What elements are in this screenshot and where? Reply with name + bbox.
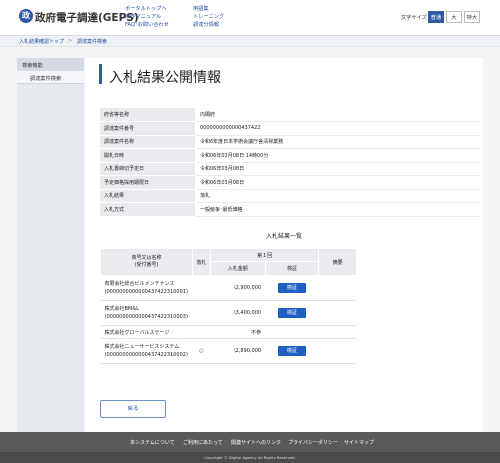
info-row: 入札書締切予定日 令和06年03月08日 xyxy=(100,162,480,176)
bidder-name: 株式会社ニューサービスシステム xyxy=(104,344,180,350)
award-mark xyxy=(192,300,211,326)
remarks xyxy=(318,338,357,364)
content-panel: 入札結果公開情報 府省等名称 内閣府 調達案件番号 0000000000000437… xyxy=(85,58,483,432)
copyright: Copyright © Digital Agency All Rights Re… xyxy=(0,452,500,463)
info-row: 府省等名称 内閣府 xyxy=(100,108,480,122)
verify-button[interactable]: 検証 xyxy=(277,308,306,318)
portal-top-link[interactable]: ポータルトップへ xyxy=(125,5,167,12)
info-value: 令和6年度日本学術会議庁舎清掃業務 xyxy=(195,135,480,149)
col-round: 第１回 xyxy=(209,248,320,262)
bidder-name: 有限会社総合ビルメンテナンス xyxy=(104,281,175,287)
verify-button[interactable]: 検証 xyxy=(277,283,306,293)
info-label: 調達案件名称 xyxy=(100,135,195,149)
info-label: 入札結果 xyxy=(100,189,195,203)
bidder-id: (0000000000000437422310003) xyxy=(104,314,188,320)
geps-logo-icon[interactable]: 政 xyxy=(19,9,33,23)
footer-link-about[interactable]: 本システムについて xyxy=(130,439,175,446)
sidebar-heading: 検索機能 xyxy=(17,58,84,71)
breadcrumb-current: 調達案件検索 xyxy=(77,39,108,45)
award-mark xyxy=(192,325,211,339)
font-size-label: 文字サイズ xyxy=(401,15,427,21)
info-label: 予定価格採用期限日 xyxy=(100,175,195,190)
table-row: 株式会社BM&L (0000000000000437422310003) \3,4… xyxy=(100,300,357,326)
font-size-xlarge-button[interactable]: 特大 xyxy=(464,11,480,23)
bidder-id: (0000000000000437422310002) xyxy=(104,352,188,358)
main-area: 検索機能 調達案件検索 入札結果公開情報 府省等名称 内閣府 調達案件番号 0000… xyxy=(0,47,500,432)
sidebar: 検索機能 調達案件検索 xyxy=(17,58,84,432)
verify-button[interactable]: 検証 xyxy=(277,346,306,356)
remarks xyxy=(318,275,357,301)
info-value: 令和06年03月08日 14時00分 xyxy=(195,148,480,163)
chevron-right-icon: > xyxy=(68,38,73,44)
page-title: 入札結果公開情報 xyxy=(109,70,221,86)
bidder-id: (0000000000000437422310001) xyxy=(104,289,188,295)
info-value: 一般競争･最低価格 xyxy=(195,202,480,217)
col-remarks: 摘要 xyxy=(318,248,357,276)
footer-link-privacy[interactable]: プライバシーポリシー xyxy=(288,439,338,446)
breadcrumb: 入札結果確認トップ > 調達案件検索 xyxy=(0,36,500,47)
table-row: 有限会社総合ビルメンテナンス (0000000000000437422310001… xyxy=(100,275,357,301)
info-value: 令和06年03月08日 xyxy=(195,175,480,190)
results-caption: 入札結果一覧 xyxy=(265,233,302,240)
back-button[interactable]: 戻る xyxy=(100,400,166,418)
info-label: 調達案件番号 xyxy=(100,121,195,136)
title-accent-bar xyxy=(99,64,102,84)
info-row: 調達案件番号 0000000000000437422 xyxy=(100,121,480,136)
info-row: 入札方式 一般競争･最低価格 xyxy=(100,202,480,217)
info-value: 令和06年03月08日 xyxy=(195,162,480,176)
col-bidder: 商号又は名称 (受付番号) xyxy=(100,248,193,276)
award-mark xyxy=(192,275,211,301)
table-row: 株式会社ニューサービスシステム (000000000000043742231000… xyxy=(100,338,357,364)
procurement-info-link[interactable]: 調達分情報 xyxy=(193,21,219,28)
glossary-link[interactable]: 用語集 xyxy=(193,5,209,12)
col-amount: 入札金額 xyxy=(209,261,266,276)
footer-link-sitemap[interactable]: サイトマップ xyxy=(344,439,374,446)
manual-link[interactable]: 操作マニュアル xyxy=(125,13,161,20)
faq-link[interactable]: FAQ･お問い合わせ xyxy=(125,21,169,28)
col-verify: 検証 xyxy=(264,261,320,276)
font-size-large-button[interactable]: 大 xyxy=(446,11,462,23)
info-label: 開札日時 xyxy=(100,148,195,163)
info-value: 落札 xyxy=(195,189,480,203)
info-value: 内閣府 xyxy=(195,108,480,122)
sidebar-item-case-search[interactable]: 調達案件検索 xyxy=(17,71,84,84)
info-row: 予定価格採用期限日 令和06年03月08日 xyxy=(100,175,480,190)
col-award: 落札 xyxy=(191,248,211,276)
training-link[interactable]: トレーニング xyxy=(193,13,224,20)
info-label: 入札書締切予定日 xyxy=(100,162,195,176)
case-info-table: 府省等名称 内閣府 調達案件番号 0000000000000437422 調達案件名… xyxy=(100,108,480,217)
bid-amount: 不参 xyxy=(210,325,266,339)
info-value: 0000000000000437422 xyxy=(195,121,480,136)
bid-amount: \2,900,000 xyxy=(210,275,266,301)
font-size-normal-button[interactable]: 普通 xyxy=(428,11,444,23)
info-row: 調達案件名称 令和6年度日本学術会議庁舎清掃業務 xyxy=(100,135,480,149)
remarks xyxy=(318,300,357,326)
footer-link-related[interactable]: 関連サイトへのリンク xyxy=(231,439,281,446)
info-label: 入札方式 xyxy=(100,202,195,217)
breadcrumb-bid-result-top[interactable]: 入札結果確認トップ xyxy=(19,38,64,45)
info-label: 府省等名称 xyxy=(100,108,195,122)
bidder-name: 株式会社グローバルステージ xyxy=(100,325,193,339)
award-mark: ○ xyxy=(192,338,211,364)
remarks xyxy=(318,325,357,339)
info-row: 開札日時 令和06年03月08日 14時00分 xyxy=(100,148,480,163)
results-table: 商号又は名称 (受付番号) 落札 第１回 摘要 入札金額 検証 有限会社総合ビル… xyxy=(100,248,357,364)
bidder-name: 株式会社BM&L xyxy=(104,306,139,312)
bid-amount: \3,400,000 xyxy=(210,300,266,326)
info-row: 入札結果 落札 xyxy=(100,189,480,203)
bid-amount: \2,890,000 xyxy=(210,338,266,364)
table-row: 株式会社グローバルステージ 不参 xyxy=(100,325,357,339)
site-title[interactable]: 政府電子調達(GEPS) xyxy=(35,10,139,25)
footer-link-usage[interactable]: ご利用にあたって xyxy=(183,439,223,446)
site-header: 政 政府電子調達(GEPS) ポータルトップへ 操作マニュアル FAQ･お問い合… xyxy=(0,0,500,36)
